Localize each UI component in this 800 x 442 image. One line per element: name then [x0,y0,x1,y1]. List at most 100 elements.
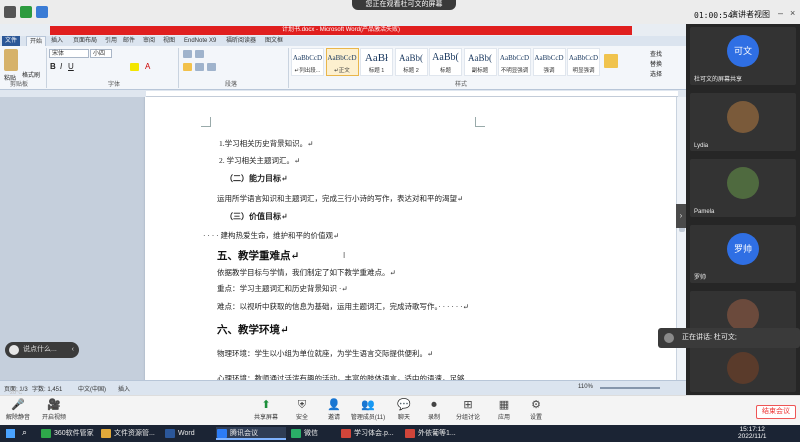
group-styles: 样式 [455,82,468,88]
style-tile[interactable]: AaBb(副标题 [463,48,497,76]
style-sample: AaBbCcD [568,54,599,62]
italic-button[interactable]: I [60,62,62,71]
share-screen-button[interactable]: ⬆ 共享屏幕 [248,399,284,421]
settings-button[interactable]: ⚙ 设置 [518,399,554,421]
participant-tile[interactable] [690,344,796,392]
breakout-button[interactable]: ⊞ 分组讨论 [450,399,486,421]
participant-tile[interactable]: Pamela [690,159,796,217]
tab-0[interactable]: 文件 [2,36,21,46]
participant-tile[interactable]: 可文杜可文的屏幕共享 [690,27,796,85]
tab-6[interactable]: 审阅 [140,36,158,46]
style-tile[interactable]: AaBbCcD ↵列出段... [291,48,324,76]
change-styles-icon[interactable] [604,54,618,68]
underline-button[interactable]: U [68,62,74,71]
status-insert[interactable]: 插入 [118,384,130,393]
mic-icon[interactable] [4,6,16,18]
unmute-button[interactable]: 🎤 解除静音 [0,399,36,421]
bullets-icon[interactable] [183,50,192,58]
doc-paragraph: 2. 学习相关主题词汇。↵ [219,156,301,165]
record-button[interactable]: ⏺ 录制 [416,399,452,421]
tab-9[interactable]: 福昕阅读器 [223,36,259,46]
style-tile[interactable]: AaBb(标题 2 [394,48,428,76]
search-icon[interactable]: ⌕ [22,427,27,438]
tab-8[interactable]: EndNote X9 [181,36,219,46]
apps-button[interactable]: ▦ 应用 [486,399,522,421]
meeting-top-bar: 您正在观看杜可文的屏幕 01:00:54 演讲者视图 – × [0,0,800,24]
chevron-left-icon[interactable]: ‹ [72,342,74,358]
numbering-icon[interactable] [195,50,204,58]
participant-avatar: 可文 [727,35,759,67]
font-color-button[interactable]: A [145,62,150,71]
tab-7[interactable]: 视图 [160,36,178,46]
participant-tile[interactable]: Lydia [690,93,796,151]
taskbar-app[interactable]: 学习体会.p... [340,427,402,440]
participant-name: Lydia [694,143,709,149]
close-icon[interactable]: × [790,8,795,18]
end-meeting-button[interactable]: 结束会议 [756,405,796,419]
highlight-icon[interactable] [130,63,139,71]
taskbar-app[interactable]: 360软件管家 [40,427,98,440]
paste-button[interactable] [4,49,18,71]
participant-tile[interactable]: 罗帅 罗帅 [690,225,796,283]
taskbar-app[interactable]: 文件资源管... [100,427,162,440]
video-icon: 🎥 [47,399,61,411]
window-title: 计划书.docx - Microsoft Word(产品激活失败) [50,26,632,35]
video-button[interactable]: 🎥 开启视频 [36,399,72,421]
style-tile[interactable]: AaBbCcD 不明显强调 [498,48,531,76]
zoom-level[interactable]: 110% [578,384,593,390]
manage-members-button[interactable]: 👥 管理成员(11) [348,399,388,421]
style-tile[interactable]: AaBbCcD 强调 [532,48,566,76]
find-button[interactable]: 查找 [650,49,662,58]
select-button[interactable]: 选择 [650,69,662,78]
taskbar-app[interactable]: 外依葡等1... [404,427,460,440]
status-language[interactable]: 中文(中国) [78,384,106,393]
bold-button[interactable]: B [50,62,56,71]
taskbar: ⌕ 15:17:12 2022/11/1 360软件管家 文件资源管... Word… [0,425,800,442]
security-button[interactable]: ⛨ 安全 [284,399,320,421]
style-tile[interactable]: AaBbCcD ↵正文 [325,48,359,76]
taskbar-app[interactable]: 微信 [290,427,338,440]
align-left-icon[interactable] [183,63,192,71]
tab-1[interactable]: 开始 [26,36,47,46]
collapse-panel-button[interactable]: › [676,204,686,228]
tab-3[interactable]: 页面布局 [70,36,100,46]
taskbar-app[interactable]: Word [164,427,214,440]
chat-input-pill[interactable]: 说点什么... ‹ [5,342,79,358]
tab-5[interactable]: 邮件 [120,36,138,46]
ribbon: 粘贴 格式刷 剪贴板 宋体 小四 B I U A 字体 段落 AaBbCcD ↵列… [0,46,686,90]
group-font: 字体 [108,82,121,88]
format-painter-button[interactable]: 格式刷 [22,70,40,79]
zoom-slider[interactable] [600,387,660,389]
replace-button[interactable]: 替换 [650,59,662,68]
style-tile[interactable]: AaBbCcD 明显强调 [567,48,600,76]
style-tile[interactable]: AaBł 标题 1 [360,48,393,76]
app-icon [341,429,351,438]
presenter-view-button[interactable]: 演讲者视图 [730,9,770,20]
invite-button[interactable]: 👤 邀请 [316,399,352,421]
style-tile[interactable]: AaBb(标题 [429,48,462,76]
toolbar-label: 分组讨论 [455,415,480,421]
document-page[interactable]: 1.学习相关历史背景知识。↵ 2. 学习相关主题词汇。↵ （二）能力目标↵ 运用所学语… [145,97,676,380]
clock[interactable]: 15:17:12 2022/11/1 [738,426,766,440]
unmute-icon: 🎤 [11,399,25,411]
toolbar-label: 管理成员(11) [350,415,386,421]
status-words[interactable]: 字数: 1,451 [32,384,62,393]
tab-2[interactable]: 插入 [48,36,66,46]
windows-start-icon[interactable] [6,429,15,438]
align-center-icon[interactable] [195,63,204,71]
style-name: ↵列出段... [294,68,321,74]
speaking-indicator: 正在讲话: 杜可文; [658,328,800,348]
font-name-select[interactable]: 宋体 [49,49,89,58]
minimize-icon[interactable]: – [778,8,783,18]
style-sample: AaBb( [468,53,492,63]
taskbar-app[interactable]: 腾讯会议 [216,427,286,440]
group-paragraph: 段落 [225,82,238,88]
document-canvas[interactable]: 1.学习相关历史背景知识。↵ 2. 学习相关主题词汇。↵ （二）能力目标↵ 运用所学语… [0,97,676,380]
participant-name: 杜可文的屏幕共享 [694,77,743,83]
font-size-select[interactable]: 小四 [90,49,112,58]
justify-icon[interactable] [207,63,216,71]
doc-paragraph: 运用所学语言知识和主题词汇，完成三行小诗的写作，表达对和平的渴望↵ [217,194,464,203]
tab-4[interactable]: 引用 [102,36,120,46]
tab-10[interactable]: 图文框 [262,36,286,46]
word-window: 计划书.docx - Microsoft Word(产品激活失败) 文件 开始 插入… [0,24,686,395]
